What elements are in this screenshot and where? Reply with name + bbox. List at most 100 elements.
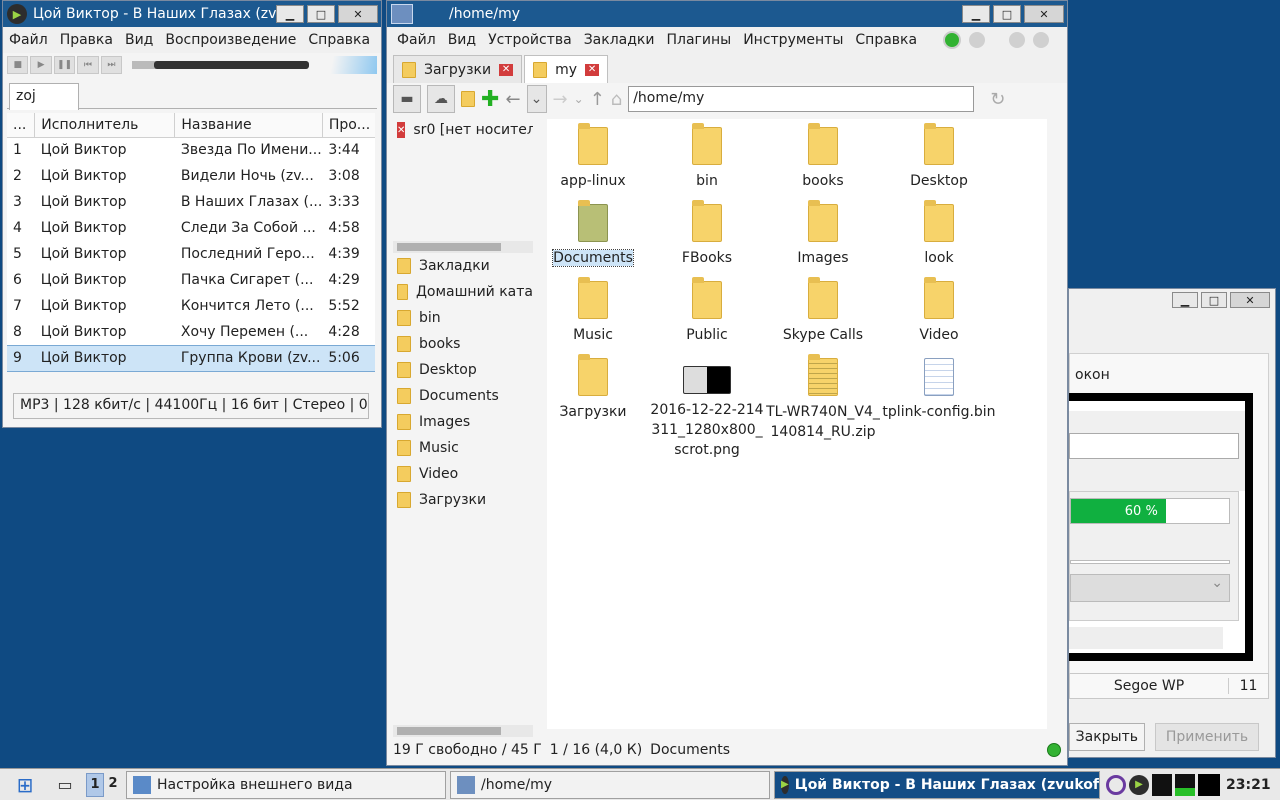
forward-dropdown-icon[interactable]: ⌄ xyxy=(574,92,584,106)
col-artist[interactable]: Исполнитель xyxy=(34,113,176,138)
col-length[interactable]: Про... xyxy=(322,113,375,138)
file-item[interactable]: bin xyxy=(649,123,765,191)
menu-view[interactable]: Вид xyxy=(442,32,482,48)
sidebar-item-desktop[interactable]: Desktop xyxy=(393,357,533,383)
tray-cpu-icon[interactable] xyxy=(1175,773,1195,796)
sidebar-item-home[interactable]: Домашний ката xyxy=(393,279,533,305)
add-icon[interactable]: ✚ xyxy=(481,87,499,112)
forward-icon[interactable]: → xyxy=(553,89,568,110)
minimize-button[interactable]: ▁ xyxy=(962,5,990,23)
stop-icon[interactable]: ■ xyxy=(7,56,29,74)
sidebar-item-video[interactable]: Video xyxy=(393,461,533,487)
workspace-2[interactable]: 2 xyxy=(104,773,122,797)
font-selector[interactable]: Segoe WP 11 xyxy=(1069,673,1269,699)
tray-memory-icon[interactable] xyxy=(1198,773,1220,796)
task-player[interactable]: ▶ Цой Виктор - В Наших Глазах (zvukoff.r… xyxy=(774,770,1100,799)
preview-input[interactable] xyxy=(1069,433,1239,459)
tray-monitor-icon[interactable] xyxy=(1152,773,1172,796)
file-item[interactable]: app-linux xyxy=(535,123,651,191)
device-item[interactable]: ✕ sr0 [нет носител xyxy=(393,119,533,141)
close-button[interactable]: ✕ xyxy=(1024,5,1064,23)
file-item[interactable]: Music xyxy=(535,277,651,345)
preview-combo[interactable]: ⌄ xyxy=(1070,574,1230,602)
close-tab-icon[interactable]: ✕ xyxy=(585,63,600,76)
menu-edit[interactable]: Правка xyxy=(54,32,119,48)
file-item[interactable]: look xyxy=(881,200,997,268)
menu-bookmarks[interactable]: Закладки xyxy=(578,32,661,48)
network-icon[interactable]: ☁ xyxy=(427,85,455,113)
tray-player-icon[interactable]: ▶ xyxy=(1129,774,1149,795)
up-icon[interactable]: ↑ xyxy=(590,89,605,110)
playlist-tab[interactable]: zoj xyxy=(9,83,79,110)
close-button[interactable]: ✕ xyxy=(338,5,378,23)
previous-icon[interactable]: ⏮ xyxy=(77,56,99,74)
new-folder-icon[interactable] xyxy=(461,91,475,107)
close-button[interactable]: ✕ xyxy=(1230,292,1270,308)
sidebar-scrollbar-bottom[interactable] xyxy=(393,725,533,737)
fm-titlebar[interactable]: /home/my ▁ □ ✕ xyxy=(387,1,1067,27)
history-dropdown-icon[interactable]: ⌄ xyxy=(526,85,547,113)
menu-tools[interactable]: Инструменты xyxy=(737,32,849,48)
address-bar[interactable]: /home/my xyxy=(628,86,975,112)
home-icon[interactable]: ⌂ xyxy=(611,89,622,110)
table-row[interactable]: 7 Цой Виктор Кончится Лето (... 5:52 xyxy=(7,293,375,319)
file-item[interactable]: Public xyxy=(649,277,765,345)
maximize-button[interactable]: □ xyxy=(307,5,335,23)
back-icon[interactable]: ← xyxy=(505,89,520,110)
drive-icon[interactable]: ▬ xyxy=(393,85,421,113)
next-icon[interactable]: ⏭ xyxy=(100,56,123,74)
table-row[interactable]: 8 Цой Виктор Хочу Перемен (... 4:28 xyxy=(7,319,375,345)
status-grey-icon[interactable] xyxy=(1033,32,1050,48)
table-row[interactable]: 1 Цой Виктор Звезда По Имени... 3:44 xyxy=(7,137,375,163)
file-item[interactable]: Images xyxy=(765,200,881,268)
table-row[interactable]: 4 Цой Виктор Следи За Собой ... 4:58 xyxy=(7,215,375,241)
minimize-button[interactable]: ▁ xyxy=(276,5,304,23)
status-green-icon[interactable] xyxy=(943,31,962,49)
col-number[interactable]: ... xyxy=(7,113,36,138)
maximize-button[interactable]: □ xyxy=(1201,292,1227,308)
sidebar-item-downloads[interactable]: Загрузки xyxy=(393,487,533,513)
play-icon[interactable]: ▶ xyxy=(30,56,52,74)
file-item[interactable]: books xyxy=(765,123,881,191)
sidebar-scrollbar[interactable] xyxy=(393,241,533,253)
tray-network-icon[interactable] xyxy=(1106,774,1126,795)
rw-titlebar[interactable]: ▁ □ ✕ xyxy=(1069,289,1275,311)
tab-downloads[interactable]: Загрузки ✕ xyxy=(393,55,523,83)
col-title[interactable]: Название xyxy=(174,113,323,138)
close-dialog-button[interactable]: Закрыть xyxy=(1069,723,1145,751)
sidebar-item-documents[interactable]: Documents xyxy=(393,383,533,409)
task-file-manager[interactable]: /home/my xyxy=(450,770,770,799)
minimize-button[interactable]: ▁ xyxy=(1172,292,1198,308)
workspace-1[interactable]: 1 xyxy=(86,772,104,797)
preview-slider[interactable] xyxy=(1070,560,1230,564)
menu-file[interactable]: Файл xyxy=(3,32,54,48)
status-grey-icon[interactable] xyxy=(969,32,986,48)
menu-help[interactable]: Справка xyxy=(849,32,923,48)
file-item[interactable]: Video xyxy=(881,277,997,345)
refresh-icon[interactable]: ↻ xyxy=(990,89,1005,110)
table-row[interactable]: 5 Цой Виктор Последний Геро... 4:39 xyxy=(7,241,375,267)
seek-slider[interactable] xyxy=(132,61,310,69)
pause-icon[interactable]: ❚❚ xyxy=(53,56,76,74)
file-item[interactable]: tplink-config.bin xyxy=(881,354,997,422)
menu-file[interactable]: Файл xyxy=(391,32,442,48)
volume-slider[interactable] xyxy=(312,56,377,74)
file-item[interactable]: Skype Calls xyxy=(765,277,881,345)
menu-view[interactable]: Вид xyxy=(119,32,159,48)
start-menu-icon[interactable]: ⊞ xyxy=(0,770,50,800)
sidebar-item-bin[interactable]: bin xyxy=(393,305,533,331)
file-item[interactable]: TL-WR740N_V4_140814_RU.zip xyxy=(765,354,881,442)
task-appearance[interactable]: Настройка внешнего вида xyxy=(126,770,446,799)
maximize-button[interactable]: □ xyxy=(993,5,1021,23)
file-item[interactable]: Загрузки xyxy=(535,354,651,422)
status-grey-icon[interactable] xyxy=(1009,32,1026,48)
sidebar-item-bookmarks[interactable]: Закладки xyxy=(393,253,533,279)
sidebar-item-music[interactable]: Music xyxy=(393,435,533,461)
table-row-selected[interactable]: 9 Цой Виктор Группа Крови (zv... 5:06 xyxy=(7,344,375,372)
table-row[interactable]: 6 Цой Виктор Пачка Сигарет (... 4:29 xyxy=(7,267,375,293)
file-item[interactable]: FBooks xyxy=(649,200,765,268)
player-titlebar[interactable]: ▶ Цой Виктор - В Наших Глазах (zvukoff.r… xyxy=(3,1,381,27)
table-row[interactable]: 2 Цой Виктор Видели Ночь (zv... 3:08 xyxy=(7,163,375,189)
menu-help[interactable]: Справка xyxy=(302,32,376,48)
sidebar-item-books[interactable]: books xyxy=(393,331,533,357)
